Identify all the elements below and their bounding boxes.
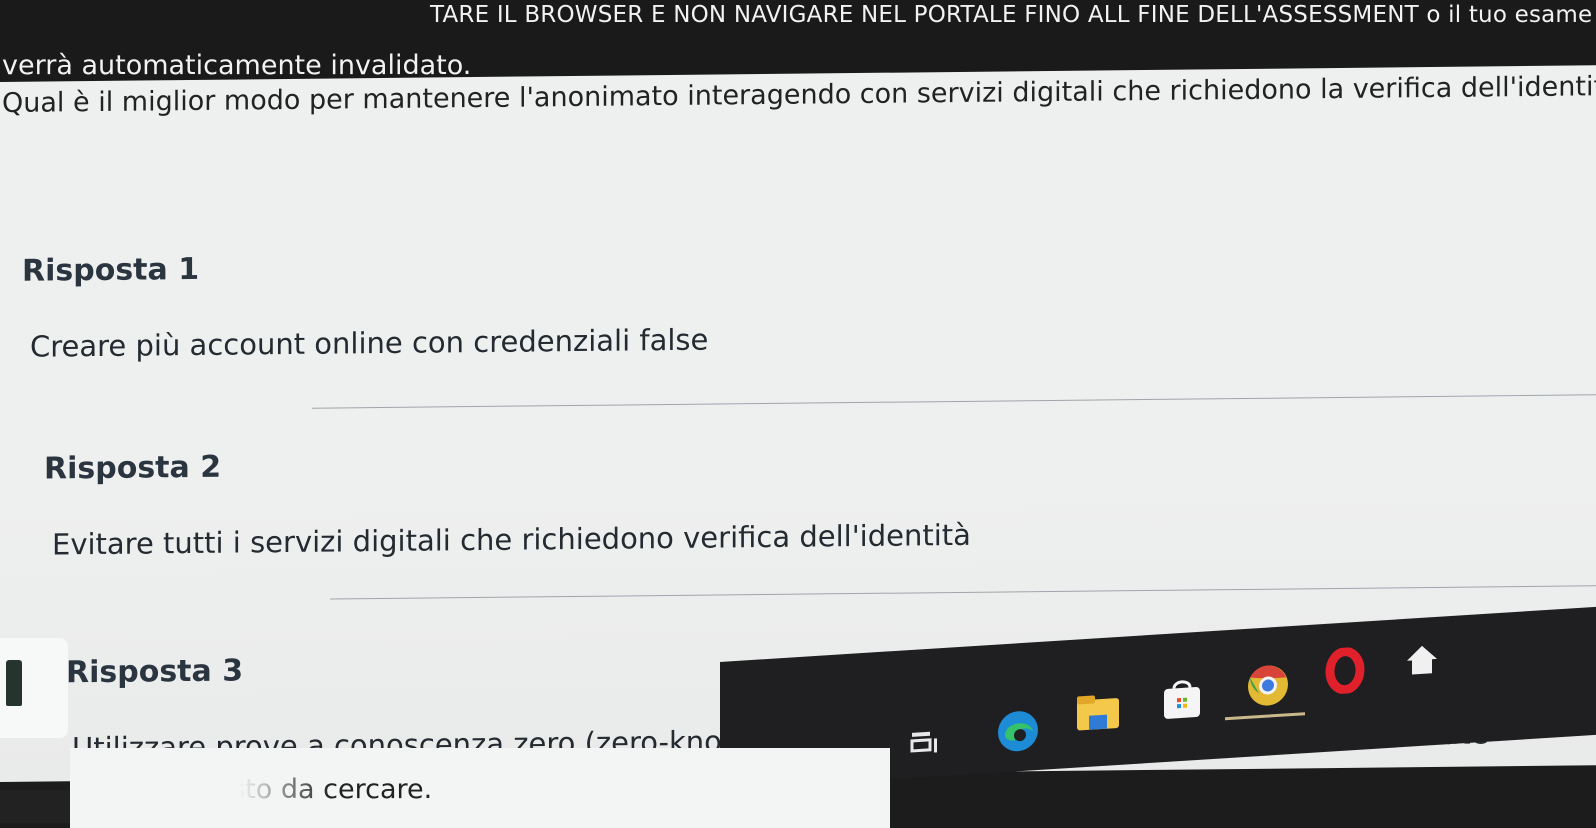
answer-divider	[312, 394, 1596, 409]
file-explorer-icon[interactable]	[1075, 692, 1121, 739]
answer-1-title[interactable]: Risposta 1	[22, 252, 199, 289]
answer-2-title[interactable]: Risposta 2	[44, 450, 221, 487]
warning-text-line1: TARE IL BROWSER E NON NAVIGARE NEL PORTA…	[430, 2, 1593, 28]
bookmark-icon	[6, 660, 22, 706]
answer-1-text[interactable]: Creare più account online con credenzial…	[30, 323, 708, 364]
answer-divider	[330, 585, 1596, 600]
active-app-indicator	[1225, 712, 1305, 721]
store-icon[interactable]	[1160, 677, 1204, 728]
warning-text-line2: verrà automaticamente invalidato.	[2, 50, 472, 81]
chrome-icon[interactable]	[1225, 661, 1305, 721]
edge-icon[interactable]	[995, 707, 1041, 760]
answer-2-text[interactable]: Evitare tutti i servizi digitali che ric…	[52, 518, 971, 562]
task-view-icon[interactable]	[910, 728, 940, 764]
answer-3-title[interactable]: Risposta 3	[66, 653, 243, 690]
screen-corner	[0, 790, 70, 823]
opera-icon[interactable]	[1325, 646, 1365, 699]
home-icon[interactable]	[1405, 642, 1439, 682]
taskbar-search-box[interactable]: qui il testo da cercare.	[70, 748, 890, 828]
search-text-blur	[130, 774, 330, 814]
